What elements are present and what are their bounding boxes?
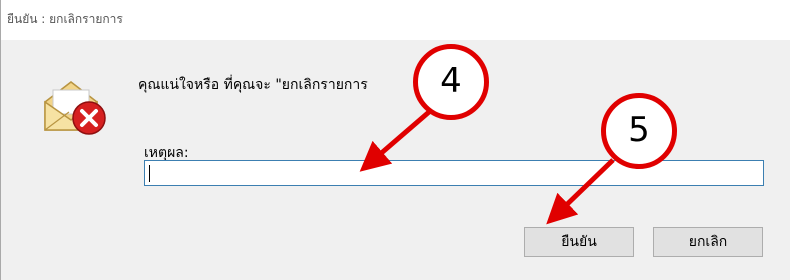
reason-input[interactable] [144,160,764,186]
titlebar[interactable]: ยืนยัน : ยกเลิกรายการ [1,0,790,40]
confirm-cancel-dialog: ยืนยัน : ยกเลิกรายการ คุณแน่ใจหรือ ที่คุ… [0,0,790,280]
window-title: ยืนยัน : ยกเลิกรายการ [7,12,123,26]
callout-step-5: 5 [601,93,677,169]
callout-step-4: 4 [413,44,489,120]
cancel-button[interactable]: ยกเลิก [653,227,763,257]
mail-error-icon [44,81,106,135]
text-caret [149,165,150,182]
confirmation-question: คุณแน่ใจหรือ ที่คุณจะ "ยกเลิกรายการ [138,77,368,93]
confirm-button[interactable]: ยืนยัน [524,227,634,257]
